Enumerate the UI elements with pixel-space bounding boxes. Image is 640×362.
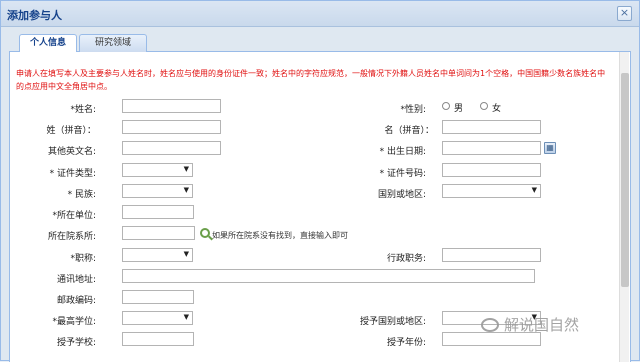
department-hint: 如果所在院系没有找到，直接输入即可	[212, 231, 348, 240]
unit-input[interactable]	[122, 205, 194, 219]
tab-strip: 个人信息 研究领域	[9, 34, 631, 53]
surname-pinyin-label: 姓（拼音）：	[46, 126, 96, 136]
degree-select[interactable]	[122, 311, 193, 325]
other-english-label: 其他英文名:	[47, 147, 96, 157]
tab-research-field[interactable]: 研究领域	[79, 34, 147, 52]
id-type-select[interactable]	[122, 163, 193, 177]
country-label: 国别或地区:	[377, 190, 426, 200]
name-input[interactable]	[122, 99, 221, 113]
add-participant-dialog: 添加参与人 × 个人信息 研究领域 申请人在填写本人及主要参与人姓名时，姓名应与…	[0, 0, 640, 362]
dialog-title: 添加参与人	[7, 9, 62, 22]
male-label: 男	[454, 104, 464, 114]
department-label: 所在院系所:	[47, 232, 96, 242]
title-select[interactable]	[122, 248, 193, 262]
country-select[interactable]	[442, 184, 541, 198]
name-format-notice: 申请人在填写本人及主要参与人姓名时，姓名应与使用的身份证件一致；姓名中的字符应规…	[16, 69, 606, 91]
female-label: 女	[492, 104, 502, 114]
male-radio[interactable]	[442, 102, 450, 110]
postcode-label: 邮政编码:	[56, 296, 96, 306]
birthdate-input[interactable]	[442, 141, 541, 155]
name-label: *姓名:	[70, 105, 96, 115]
address-input[interactable]	[122, 269, 535, 283]
other-english-input[interactable]	[122, 141, 221, 155]
calendar-icon[interactable]: ▦	[544, 142, 556, 154]
title-label: *职称:	[70, 254, 96, 264]
degree-country-label: 授予国别或地区:	[359, 317, 426, 327]
close-icon[interactable]: ×	[617, 6, 632, 21]
ethnicity-select[interactable]	[122, 184, 193, 198]
scrollbar-thumb[interactable]	[621, 73, 629, 287]
gender-label: *性别:	[400, 105, 426, 115]
school-input[interactable]	[122, 332, 194, 346]
watermark-text: 解说国自然	[504, 316, 580, 334]
ethnicity-label: * 民族:	[67, 190, 96, 200]
vertical-scrollbar[interactable]	[619, 52, 629, 362]
school-label: 授予学校:	[56, 338, 96, 348]
id-type-label: * 证件类型:	[49, 169, 96, 179]
given-pinyin-input[interactable]	[442, 120, 541, 134]
surname-pinyin-input[interactable]	[122, 120, 221, 134]
given-pinyin-label: 名（拼音）：	[384, 126, 434, 136]
birthdate-label: * 出生日期:	[379, 147, 426, 157]
watermark: 解说国自然	[481, 314, 579, 335]
department-input[interactable]	[122, 226, 195, 240]
address-label: 通讯地址:	[56, 275, 96, 285]
id-number-input[interactable]	[442, 163, 541, 177]
id-number-label: * 证件号码:	[379, 169, 426, 179]
admin-post-label: 行政职务:	[386, 254, 426, 264]
wechat-icon	[481, 318, 499, 332]
degree-label: *最高学位:	[52, 317, 96, 327]
dialog-titlebar: 添加参与人 ×	[1, 1, 639, 27]
admin-post-input[interactable]	[442, 248, 541, 262]
female-radio[interactable]	[480, 102, 488, 110]
tab-personal-info[interactable]: 个人信息	[19, 34, 77, 53]
search-icon[interactable]	[200, 228, 210, 238]
unit-label: *所在单位:	[52, 211, 96, 221]
degree-year-label: 授予年份:	[386, 338, 426, 348]
postcode-input[interactable]	[122, 290, 194, 304]
